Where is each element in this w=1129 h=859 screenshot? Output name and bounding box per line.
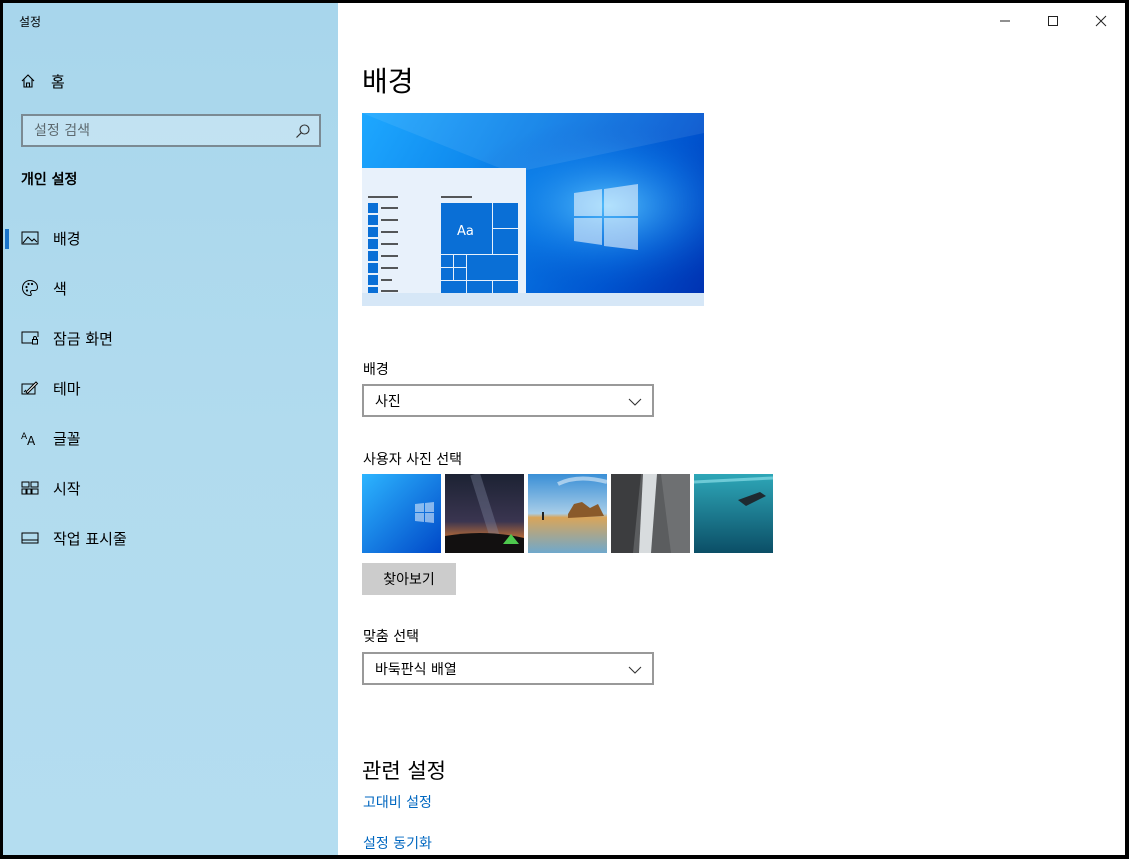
svg-text:A: A <box>27 434 36 446</box>
high-contrast-link[interactable]: 고대비 설정 <box>363 792 432 812</box>
home-label: 홈 <box>51 72 65 91</box>
settings-window: 설정 홈 개인 설정 배경 <box>3 3 1125 855</box>
sidebar-item-label: 작업 표시줄 <box>53 529 127 548</box>
sidebar-item-fonts[interactable]: AA 글꼴 <box>3 413 338 463</box>
sidebar-nav: 배경 색 잠금 화면 테마 A A 글꼴 시작 작업 표시줄 <box>3 213 338 563</box>
background-type-dropdown[interactable]: 사진 <box>362 384 654 417</box>
search-icon[interactable] <box>295 123 311 139</box>
browse-button[interactable]: 찾아보기 <box>362 563 456 595</box>
lock-screen-icon <box>20 328 40 348</box>
sidebar-item-label: 테마 <box>53 379 81 398</box>
sidebar-item-label: 글꼴 <box>53 429 81 448</box>
home-link[interactable]: 홈 <box>19 69 65 93</box>
background-type-value: 사진 <box>375 393 401 410</box>
photo-thumbnail[interactable] <box>611 474 690 553</box>
page-title: 배경 <box>362 65 414 98</box>
preview-taskbar <box>362 293 704 306</box>
home-icon <box>19 72 37 90</box>
sidebar-item-taskbar[interactable]: 작업 표시줄 <box>3 513 338 563</box>
background-type-label: 배경 <box>363 362 389 378</box>
preview-start-menu: Aa <box>362 168 526 293</box>
sidebar-item-start[interactable]: 시작 <box>3 463 338 513</box>
picture-icon <box>20 228 40 248</box>
choose-photo-label: 사용자 사진 선택 <box>363 452 463 468</box>
sync-settings-link[interactable]: 설정 동기화 <box>363 833 432 853</box>
photo-thumbnails <box>362 474 773 553</box>
start-icon <box>20 478 40 498</box>
photo-thumbnail[interactable] <box>694 474 773 553</box>
preview-tile-text: Aa <box>457 224 474 239</box>
desktop-preview: Aa <box>362 113 704 306</box>
chevron-down-icon <box>628 395 642 406</box>
font-icon: AA <box>20 428 40 448</box>
sidebar-item-theme[interactable]: 테마 <box>3 363 338 413</box>
main-content: 배경 Aa 배경 사진 사용자 사진 선택 찾아보기 맞춤 선택 바둑판식 배열… <box>362 3 1125 855</box>
search-box[interactable] <box>21 114 321 147</box>
palette-icon <box>20 278 40 298</box>
app-title: 설정 <box>19 15 42 29</box>
sidebar-item-background[interactable]: 배경 <box>3 213 338 263</box>
sidebar-item-label: 배경 <box>53 229 81 248</box>
fit-value: 바둑판식 배열 <box>375 661 457 678</box>
taskbar-icon <box>20 528 40 548</box>
sidebar: 설정 홈 개인 설정 배경 <box>3 3 338 855</box>
fit-dropdown[interactable]: 바둑판식 배열 <box>362 652 654 685</box>
sidebar-item-label: 잠금 화면 <box>53 329 113 348</box>
photo-thumbnail[interactable] <box>445 474 524 553</box>
photo-thumbnail[interactable] <box>362 474 441 553</box>
sidebar-item-lock-screen[interactable]: 잠금 화면 <box>3 313 338 363</box>
section-title: 개인 설정 <box>21 172 78 188</box>
search-input[interactable] <box>34 122 284 139</box>
sidebar-item-color[interactable]: 색 <box>3 263 338 313</box>
photo-thumbnail[interactable] <box>528 474 607 553</box>
theme-icon <box>20 378 40 398</box>
chevron-down-icon <box>628 663 642 674</box>
sidebar-item-label: 시작 <box>53 479 81 498</box>
sidebar-item-label: 색 <box>53 279 67 298</box>
fit-label: 맞춤 선택 <box>363 629 419 645</box>
related-settings-title: 관련 설정 <box>362 759 446 783</box>
